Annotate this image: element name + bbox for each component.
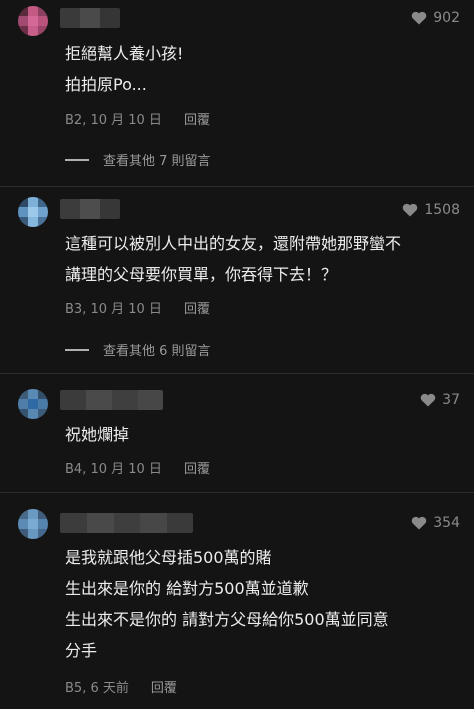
floor-and-time: B2, 10 月 10 日	[65, 113, 162, 128]
comment-line: 這種可以被別人中出的女友，還附帶她那野蠻不	[65, 234, 402, 253]
comment-line: 生出來是你的 給對方500萬並道歉	[65, 579, 309, 598]
dash-line-icon	[65, 348, 89, 351]
heart-icon	[411, 516, 427, 530]
view-more-replies-label: 查看其他 6 則留言	[103, 344, 211, 359]
username-blurred[interactable]	[60, 199, 120, 219]
comment-meta: B4, 10 月 10 日 回覆	[65, 458, 210, 477]
comment-b2: 902 拒絕幫人養小孩! 拍拍原Po... B2, 10 月 10 日 回覆 查…	[0, 0, 474, 186]
floor-and-time: B4, 10 月 10 日	[65, 462, 162, 477]
like-button[interactable]: 902	[411, 10, 460, 26]
like-count: 902	[433, 10, 460, 26]
avatar[interactable]	[18, 509, 48, 539]
comment-b3: 1508 這種可以被別人中出的女友，還附帶她那野蠻不 講理的父母要你買單，你吞得…	[0, 187, 474, 373]
heart-icon	[420, 393, 436, 407]
like-count: 1508	[424, 202, 460, 218]
comment-line: 拍拍原Po...	[65, 75, 147, 94]
avatar[interactable]	[18, 6, 48, 36]
view-more-replies[interactable]: 查看其他 7 則留言	[65, 150, 211, 169]
like-button[interactable]: 37	[420, 392, 460, 408]
comment-text: 這種可以被別人中出的女友，還附帶她那野蠻不 講理的父母要你買單，你吞得下去！？	[65, 228, 401, 290]
like-count: 354	[433, 515, 460, 531]
comment-meta: B3, 10 月 10 日 回覆	[65, 298, 210, 317]
comment-line: 拒絕幫人養小孩!	[65, 44, 184, 63]
username-blurred[interactable]	[60, 513, 193, 533]
comment-text: 拒絕幫人養小孩! 拍拍原Po...	[65, 38, 183, 100]
like-button[interactable]: 1508	[402, 202, 460, 218]
username-blurred[interactable]	[60, 8, 120, 28]
floor-and-time: B3, 10 月 10 日	[65, 302, 162, 317]
comment-line: 講理的父母要你買單，你吞得下去！？	[65, 265, 338, 284]
reply-button[interactable]: 回覆	[151, 677, 177, 696]
username-blurred[interactable]	[60, 390, 163, 410]
comment-line: 祝她爛掉	[65, 425, 130, 444]
comment-b5: 354 是我就跟他父母插500萬的賭 生出來是你的 給對方500萬並道歉 生出來…	[0, 493, 474, 709]
comment-text: 祝她爛掉	[65, 419, 129, 450]
comment-text: 是我就跟他父母插500萬的賭 生出來是你的 給對方500萬並道歉 生出來不是你的…	[65, 542, 389, 666]
view-more-replies-label: 查看其他 7 則留言	[103, 154, 211, 169]
comment-meta: B2, 10 月 10 日 回覆	[65, 109, 210, 128]
comment-meta: B5, 6 天前 回覆	[65, 677, 177, 696]
avatar[interactable]	[18, 197, 48, 227]
heart-icon	[411, 11, 427, 25]
like-count: 37	[442, 392, 460, 408]
floor-and-time: B5, 6 天前	[65, 681, 129, 696]
reply-button[interactable]: 回覆	[184, 298, 210, 317]
reply-button[interactable]: 回覆	[184, 109, 210, 128]
comment-line: 是我就跟他父母插500萬的賭	[65, 548, 272, 567]
comment-b4: 37 祝她爛掉 B4, 10 月 10 日 回覆	[0, 374, 474, 492]
avatar[interactable]	[18, 389, 48, 419]
comment-line: 分手	[65, 641, 98, 660]
view-more-replies[interactable]: 查看其他 6 則留言	[65, 340, 211, 359]
heart-icon	[402, 203, 418, 217]
like-button[interactable]: 354	[411, 515, 460, 531]
comment-line: 生出來不是你的 請對方父母給你500萬並同意	[65, 610, 389, 629]
dash-line-icon	[65, 158, 89, 161]
reply-button[interactable]: 回覆	[184, 458, 210, 477]
